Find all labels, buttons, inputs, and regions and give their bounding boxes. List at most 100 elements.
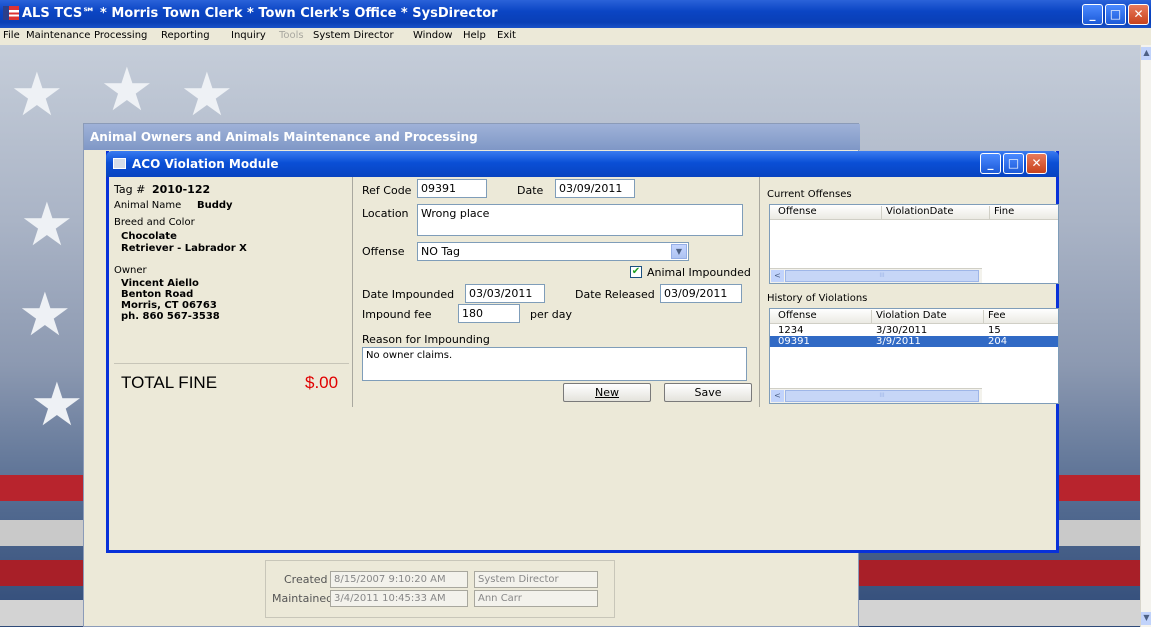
cell-fee: 204 <box>988 336 1008 347</box>
maintained-by-field[interactable]: Ann Carr <box>474 590 598 607</box>
owner-label: Owner <box>114 265 147 276</box>
owner-window-title-bar: Animal Owners and Animals Maintenance an… <box>84 124 860 150</box>
save-button[interactable]: Save <box>664 383 752 402</box>
scroll-up-icon[interactable]: ▲ <box>1141 47 1151 60</box>
impound-fee-input[interactable]: 180 <box>458 304 520 323</box>
animal-impounded-label: Animal Impounded <box>647 266 751 279</box>
menu-inquiry[interactable]: Inquiry <box>231 30 266 41</box>
divider <box>759 177 760 407</box>
star-icon: ★ <box>20 190 74 260</box>
cell-offense: 09391 <box>778 336 810 347</box>
maintained-field[interactable]: 3/4/2011 10:45:33 AM <box>330 590 468 607</box>
scroll-left-icon[interactable]: < <box>771 270 784 282</box>
audit-groupbox <box>265 560 615 618</box>
table-row[interactable]: 1234 3/30/2011 15 <box>770 325 1058 336</box>
col-offense[interactable]: Offense <box>774 206 882 220</box>
owner-street: Benton Road <box>121 289 194 300</box>
flag-icon <box>3 6 19 20</box>
owner-name: Vincent Aiello <box>121 278 199 289</box>
aco-maximize-button[interactable]: □ <box>1003 153 1024 174</box>
table-row-selected[interactable]: 09391 3/9/2011 204 <box>770 336 1058 347</box>
date-impounded-label: Date Impounded <box>362 288 455 301</box>
maintained-label: Maintained <box>272 592 334 605</box>
menu-exit[interactable]: Exit <box>497 30 516 41</box>
offense-select[interactable]: NO Tag <box>417 242 689 261</box>
date-released-label: Date Released <box>575 288 655 301</box>
col-violation-date[interactable]: ViolationDate <box>882 206 990 220</box>
created-label: Created <box>284 573 328 586</box>
window-icon <box>113 158 126 169</box>
location-label: Location <box>362 207 409 220</box>
per-day-label: per day <box>530 308 573 321</box>
menu-window[interactable]: Window <box>413 30 452 41</box>
divider <box>352 177 353 407</box>
ref-code-label: Ref Code <box>362 184 412 197</box>
menu-tools: Tools <box>279 30 304 41</box>
chevron-down-icon[interactable]: ▼ <box>671 244 687 259</box>
aco-title: ACO Violation Module <box>132 157 279 171</box>
scroll-left-icon[interactable]: < <box>771 390 784 402</box>
date-released-input[interactable]: 03/09/2011 <box>660 284 742 303</box>
menu-help[interactable]: Help <box>463 30 486 41</box>
new-button[interactable]: New <box>563 383 651 402</box>
reason-label: Reason for Impounding <box>362 333 490 346</box>
date-input[interactable]: 03/09/2011 <box>555 179 635 198</box>
date-impounded-input[interactable]: 03/03/2011 <box>465 284 545 303</box>
scroll-thumb[interactable]: III <box>785 390 979 402</box>
aco-violation-window: ACO Violation Module _ □ ✕ Tag # 2010-12… <box>106 151 1059 553</box>
history-label: History of Violations <box>767 293 868 304</box>
location-input[interactable]: Wrong place <box>417 204 743 236</box>
cell-date: 3/30/2011 <box>876 325 928 336</box>
list-header: Offense ViolationDate Fine <box>770 205 1058 220</box>
star-icon: ★ <box>18 280 72 350</box>
created-field[interactable]: 8/15/2007 9:10:20 AM <box>330 571 468 588</box>
star-icon: ★ <box>100 55 154 125</box>
current-offenses-label: Current Offenses <box>767 189 852 200</box>
ref-code-input[interactable]: 09391 <box>417 179 487 198</box>
scroll-thumb[interactable]: III <box>785 270 979 282</box>
menu-maintenance[interactable]: Maintenance <box>26 30 90 41</box>
col-violation-date[interactable]: Violation Date <box>872 310 984 324</box>
maximize-button[interactable]: □ <box>1105 4 1126 25</box>
cell-offense: 1234 <box>778 325 804 336</box>
menu-bar: File Maintenance Processing Reporting In… <box>0 28 1151 45</box>
animal-name-label: Animal Name <box>114 200 182 211</box>
app-title-bar: ALS TCS℠ * Morris Town Clerk * Town Cler… <box>0 0 1151 28</box>
owner-window-title: Animal Owners and Animals Maintenance an… <box>90 130 478 144</box>
impound-fee-label: Impound fee <box>362 308 432 321</box>
col-offense[interactable]: Offense <box>774 310 872 324</box>
created-by-field[interactable]: System Director <box>474 571 598 588</box>
total-fine-value: $.00 <box>305 373 339 392</box>
horizontal-scrollbar[interactable]: < III <box>770 268 982 283</box>
star-icon: ★ <box>180 60 234 130</box>
app-title: ALS TCS℠ * Morris Town Clerk * Town Cler… <box>22 6 498 21</box>
list-header: Offense Violation Date Fee <box>770 309 1058 324</box>
menu-system-director[interactable]: System Director <box>313 30 394 41</box>
col-fee[interactable]: Fee <box>984 310 1058 324</box>
desktop-scrollbar[interactable]: ▲ ▼ <box>1140 45 1151 627</box>
horizontal-scrollbar[interactable]: < III <box>770 388 982 403</box>
owner-phone: ph. 860 567-3538 <box>121 311 220 322</box>
aco-close-button[interactable]: ✕ <box>1026 153 1047 174</box>
current-offenses-list[interactable]: Offense ViolationDate Fine < III <box>769 204 1059 284</box>
history-list[interactable]: Offense Violation Date Fee 1234 3/30/201… <box>769 308 1059 404</box>
menu-processing[interactable]: Processing <box>94 30 147 41</box>
cell-date: 3/9/2011 <box>876 336 921 347</box>
menu-file[interactable]: File <box>3 30 20 41</box>
total-fine-label: TOTAL FINE <box>121 373 218 392</box>
minimize-button[interactable]: _ <box>1082 4 1103 25</box>
aco-minimize-button[interactable]: _ <box>980 153 1001 174</box>
aco-title-bar: ACO Violation Module _ □ ✕ <box>106 151 1059 177</box>
star-icon: ★ <box>30 370 84 440</box>
aco-body: Tag # 2010-122 Animal Name Buddy Breed a… <box>109 177 1059 550</box>
offense-label: Offense <box>362 245 405 258</box>
reason-input[interactable]: No owner claims. <box>362 347 747 381</box>
animal-impounded-checkbox[interactable]: ✔ <box>630 266 642 278</box>
close-button[interactable]: ✕ <box>1128 4 1149 25</box>
scroll-down-icon[interactable]: ▼ <box>1141 612 1151 625</box>
animal-name-value: Buddy <box>197 200 233 211</box>
col-fine[interactable]: Fine <box>990 206 1058 220</box>
star-icon: ★ <box>10 60 64 130</box>
tag-value: 2010-122 <box>152 183 211 196</box>
menu-reporting[interactable]: Reporting <box>161 30 210 41</box>
